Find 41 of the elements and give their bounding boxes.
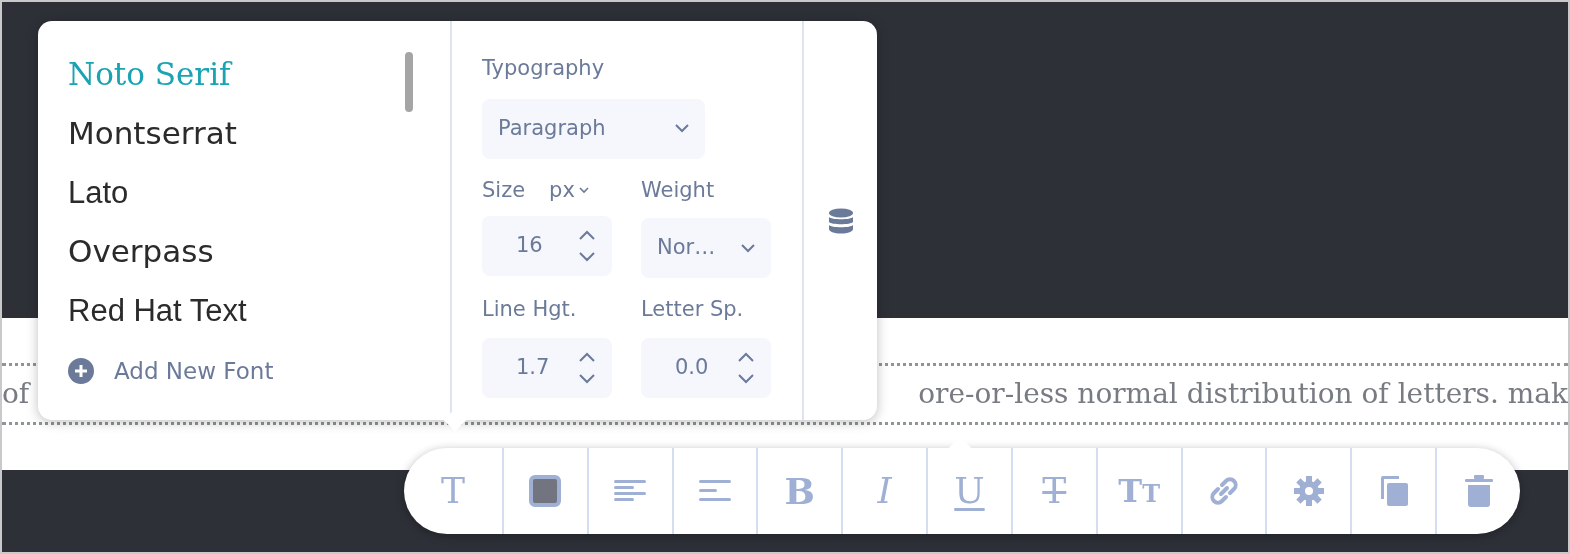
database-icon[interactable] [827,207,854,234]
weight-select[interactable]: Nor… [641,218,771,278]
spinner-arrows-icon[interactable] [578,229,596,263]
link-icon [1208,475,1240,507]
chevron-down-icon [578,186,589,194]
font-option[interactable]: Red Hat Text [68,291,247,330]
scrollbar-thumb[interactable] [405,52,413,112]
color-swatch-icon [529,475,562,507]
text-size-button[interactable]: TT [1095,448,1181,534]
strikethrough-button[interactable]: T [1010,448,1096,534]
chevron-down-icon [675,124,689,133]
spinner-arrows-icon[interactable] [578,350,596,385]
letter-spacing-input[interactable]: 0.0 [641,337,771,398]
section-label: Typography [482,55,606,82]
paragraph-text: of [2,376,30,412]
field-label: Weight [641,177,715,202]
trash-icon [1464,475,1493,507]
chevron-down-icon [741,243,755,253]
font-option[interactable]: Lato [68,173,129,212]
font-option[interactable]: Overpass [68,232,214,271]
font-option[interactable]: Montserrat [68,114,237,153]
add-font-button[interactable]: Add New Font [68,354,274,389]
spinner-arrows-icon[interactable] [737,350,755,385]
settings-icon [1292,475,1325,507]
font-option[interactable]: Noto Serif [68,55,231,94]
paragraph-text: ore-or-less normal distribution of letters. mak [918,376,1568,412]
line-height-input[interactable]: 1.7 [482,337,612,398]
align-center-icon [698,480,731,502]
field-label: Line Hgt. [482,297,577,321]
field-label: Letter Sp. [641,297,744,321]
copy-icon [1378,475,1409,507]
underline-button[interactable]: U [926,448,1011,534]
unit-dropdown[interactable]: px [549,174,589,206]
bold-button[interactable]: B [756,448,842,534]
size-input[interactable]: 16 [482,216,612,276]
plus-icon [68,358,94,385]
field-label: Size [482,176,526,204]
align-left-icon [614,480,647,502]
italic-button[interactable]: I [841,448,927,534]
style-select[interactable]: Paragraph [482,98,705,159]
text-style-button[interactable]: T [404,448,502,534]
